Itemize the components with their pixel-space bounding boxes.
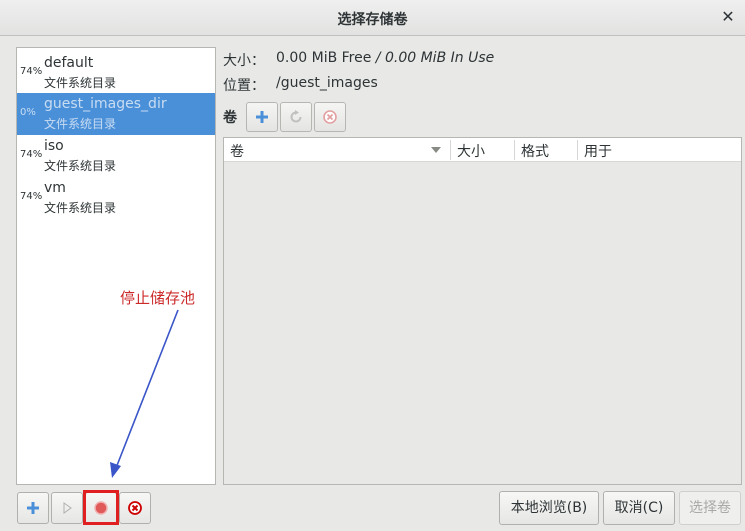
play-icon	[63, 502, 72, 514]
delete-icon	[128, 501, 142, 515]
add-pool-button[interactable]	[17, 492, 49, 524]
choose-volume-button[interactable]: 选择卷	[679, 491, 741, 525]
browse-local-button[interactable]: 本地浏览(B)	[499, 491, 599, 525]
cancel-button[interactable]: 取消(C)	[603, 491, 675, 525]
delete-pool-button[interactable]	[119, 492, 151, 524]
annotation-arrow	[110, 309, 179, 478]
plus-icon	[27, 502, 39, 514]
stop-button-highlight	[83, 490, 119, 525]
start-pool-button[interactable]	[51, 492, 83, 524]
